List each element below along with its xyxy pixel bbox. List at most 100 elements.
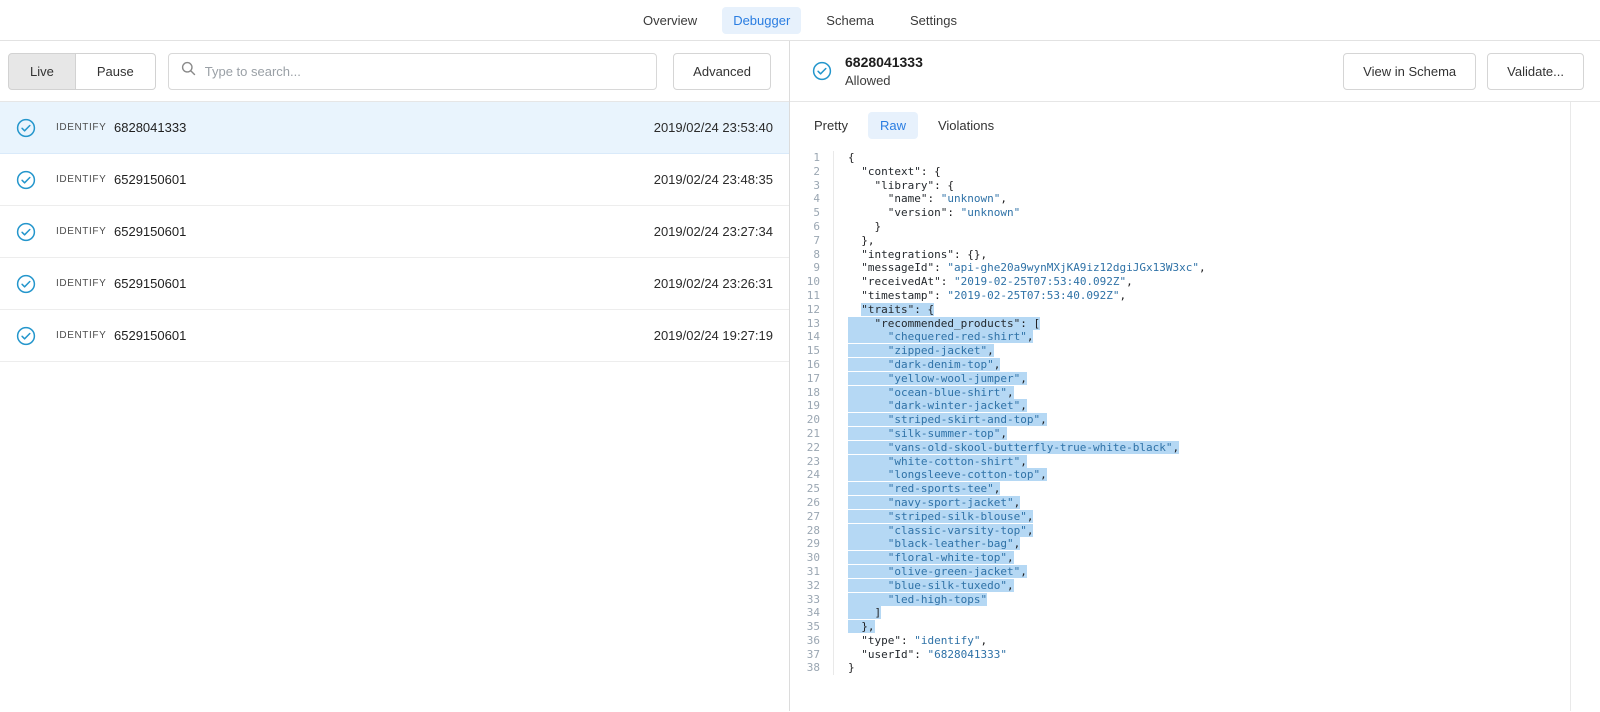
code-line: 17 "yellow-wool-jumper", <box>790 371 1600 386</box>
line-number: 29 <box>790 537 834 552</box>
pause-button[interactable]: Pause <box>75 52 156 90</box>
tab-raw[interactable]: Raw <box>867 112 918 139</box>
tab-pretty[interactable]: Pretty <box>802 112 860 139</box>
code-line: 1{ <box>790 151 1600 165</box>
line-number: 4 <box>790 192 834 207</box>
detail-tabs: Pretty Raw Violations <box>790 102 1600 147</box>
code-line: 14 "chequered-red-shirt", <box>790 330 1600 345</box>
event-row[interactable]: IDENTIFY 6828041333 2019/02/24 23:53:40 <box>0 102 789 154</box>
event-timestamp: 2019/02/24 23:26:31 <box>653 276 773 291</box>
event-row[interactable]: IDENTIFY 6529150601 2019/02/24 23:48:35 <box>0 154 789 206</box>
event-list-panel: Live Pause Advanced IDENTIFY 6828041333 20… <box>0 41 790 711</box>
live-button[interactable]: Live <box>8 52 76 90</box>
line-number: 23 <box>790 454 834 469</box>
check-circle-icon <box>16 118 36 138</box>
code-line: 11 "timestamp": "2019-02-25T07:53:40.092… <box>790 288 1600 303</box>
detail-header: 6828041333 Allowed View in Schema Valida… <box>790 41 1600 102</box>
code-line: 26 "navy-sport-jacket", <box>790 495 1600 510</box>
line-number: 13 <box>790 316 834 331</box>
event-type-label: IDENTIFY <box>56 174 107 185</box>
code-view[interactable]: 1{2 "context": {3 "library": {4 "name": … <box>790 147 1600 676</box>
line-number: 7 <box>790 233 834 248</box>
nav-item-settings[interactable]: Settings <box>899 7 968 34</box>
code-line: 32 "blue-silk-tuxedo", <box>790 578 1600 593</box>
code-line: 37 "userId": "6828041333" <box>790 647 1600 662</box>
event-timestamp: 2019/02/24 19:27:19 <box>653 328 773 343</box>
code-line: 18 "ocean-blue-shirt", <box>790 385 1600 400</box>
search-input[interactable] <box>204 63 645 79</box>
line-number: 2 <box>790 164 834 179</box>
event-list: IDENTIFY 6828041333 2019/02/24 23:53:40 IDE… <box>0 102 789 711</box>
line-number: 22 <box>790 440 834 455</box>
event-id: 6529150601 <box>114 172 187 187</box>
line-number: 32 <box>790 578 834 593</box>
event-id: 6529150601 <box>114 276 187 291</box>
code-area: 1{2 "context": {3 "library": {4 "name": … <box>790 147 1600 711</box>
view-in-schema-button[interactable]: View in Schema <box>1343 52 1477 90</box>
detail-title-block: 6828041333 Allowed <box>845 54 923 88</box>
check-circle-icon <box>16 274 36 294</box>
detail-actions: View in Schema Validate... <box>1343 52 1584 90</box>
line-number: 30 <box>790 551 834 565</box>
code-line: 23 "white-cotton-shirt", <box>790 454 1600 469</box>
line-number: 8 <box>790 247 834 262</box>
line-number: 3 <box>790 178 834 193</box>
line-number: 17 <box>790 371 834 386</box>
search-icon <box>181 61 196 81</box>
line-number: 21 <box>790 426 834 441</box>
code-line: 2 "context": { <box>790 164 1600 179</box>
code-line: 9 "messageId": "api-ghe20a9wynMXjKA9iz12… <box>790 261 1600 276</box>
advanced-button[interactable]: Advanced <box>673 52 771 90</box>
code-line: 5 "version": "unknown" <box>790 206 1600 220</box>
code-line: 22 "vans-old-skool-butterfly-true-white-… <box>790 440 1600 455</box>
check-circle-icon <box>16 326 36 346</box>
code-line: 33 "led-high-tops" <box>790 592 1600 607</box>
code-line: 3 "library": { <box>790 178 1600 193</box>
event-row[interactable]: IDENTIFY 6529150601 2019/02/24 19:27:19 <box>0 310 789 362</box>
top-nav: Overview Debugger Schema Settings <box>0 0 1600 41</box>
detail-body: Pretty Raw Violations 1{2 "context": {3 "l… <box>790 102 1600 711</box>
code-line: 28 "classic-varsity-top", <box>790 523 1600 538</box>
live-pause-toggle: Live Pause <box>8 52 156 90</box>
code-line: 13 "recommended_products": [ <box>790 316 1600 331</box>
line-number: 1 <box>790 151 834 165</box>
line-number: 37 <box>790 647 834 662</box>
line-number: 38 <box>790 661 834 676</box>
line-number: 19 <box>790 399 834 414</box>
event-id: 6828041333 <box>114 120 187 135</box>
line-number: 14 <box>790 330 834 345</box>
code-line: 8 "integrations": {}, <box>790 247 1600 262</box>
code-line: 21 "silk-summer-top", <box>790 426 1600 441</box>
code-line: 31 "olive-green-jacket", <box>790 564 1600 579</box>
line-number: 20 <box>790 413 834 427</box>
code-line: 35 }, <box>790 620 1600 634</box>
check-circle-icon <box>16 222 36 242</box>
nav-item-debugger[interactable]: Debugger <box>722 6 802 34</box>
event-id: 6529150601 <box>114 224 187 239</box>
event-id: 6529150601 <box>114 328 187 343</box>
scrollbar-track[interactable] <box>1570 102 1600 711</box>
line-number: 15 <box>790 344 834 358</box>
event-timestamp: 2019/02/24 23:53:40 <box>653 120 773 135</box>
code-line: 38} <box>790 661 1600 676</box>
event-type-label: IDENTIFY <box>56 330 107 341</box>
line-number: 16 <box>790 357 834 372</box>
line-number: 10 <box>790 275 834 289</box>
code-line: 16 "dark-denim-top", <box>790 357 1600 372</box>
code-line: 27 "striped-silk-blouse", <box>790 509 1600 524</box>
tab-violations[interactable]: Violations <box>926 112 1006 139</box>
line-number: 18 <box>790 385 834 400</box>
line-number: 31 <box>790 564 834 579</box>
event-row[interactable]: IDENTIFY 6529150601 2019/02/24 23:27:34 <box>0 206 789 258</box>
line-number: 26 <box>790 495 834 510</box>
code-line: 29 "black-leather-bag", <box>790 537 1600 552</box>
validate-button[interactable]: Validate... <box>1487 52 1584 90</box>
nav-item-schema[interactable]: Schema <box>815 7 885 34</box>
main-content: Live Pause Advanced IDENTIFY 6828041333 20… <box>0 41 1600 711</box>
event-row[interactable]: IDENTIFY 6529150601 2019/02/24 23:26:31 <box>0 258 789 310</box>
line-number: 34 <box>790 606 834 621</box>
nav-item-overview[interactable]: Overview <box>632 7 708 34</box>
search-box[interactable] <box>167 52 658 90</box>
line-number: 35 <box>790 620 834 634</box>
detail-status: Allowed <box>845 73 891 88</box>
